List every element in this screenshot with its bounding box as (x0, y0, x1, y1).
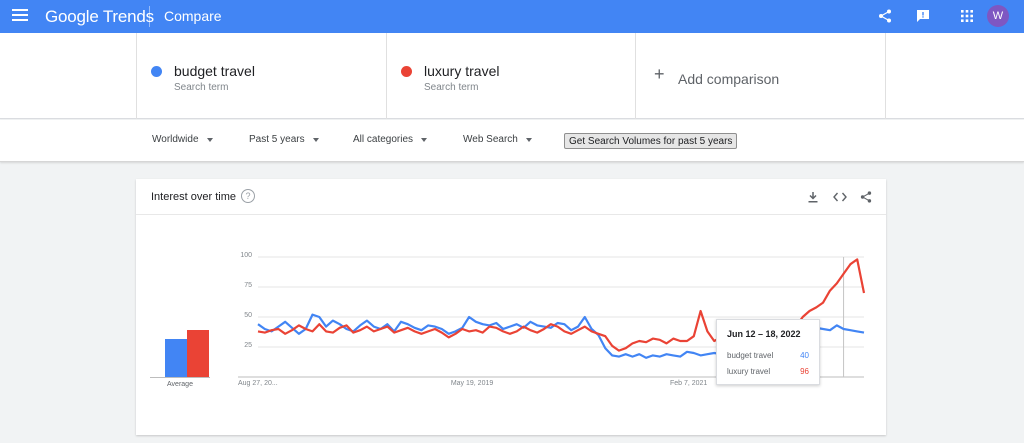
interest-line-chart[interactable] (0, 0, 1024, 443)
x-tick-label: Aug 27, 20... (238, 380, 278, 387)
x-tick-label: May 19, 2019 (450, 380, 494, 387)
tooltip-term: budget travel (727, 351, 774, 360)
y-tick-label: 75 (244, 282, 252, 289)
tooltip-row-budget-travel: budget travel 40 (727, 351, 815, 360)
chart-tooltip: Jun 12 – 18, 2022 budget travel 40 luxur… (716, 319, 820, 385)
y-tick-label: 100 (240, 252, 252, 259)
tooltip-date: Jun 12 – 18, 2022 (727, 329, 801, 339)
tooltip-value: 96 (800, 367, 809, 376)
tooltip-row-luxury-travel: luxury travel 96 (727, 367, 815, 376)
x-tick-label: Feb 7, 2021 (669, 380, 708, 387)
tooltip-term: luxury travel (727, 367, 771, 376)
y-tick-label: 50 (244, 312, 252, 319)
y-tick-label: 25 (244, 342, 252, 349)
tooltip-value: 40 (800, 351, 809, 360)
